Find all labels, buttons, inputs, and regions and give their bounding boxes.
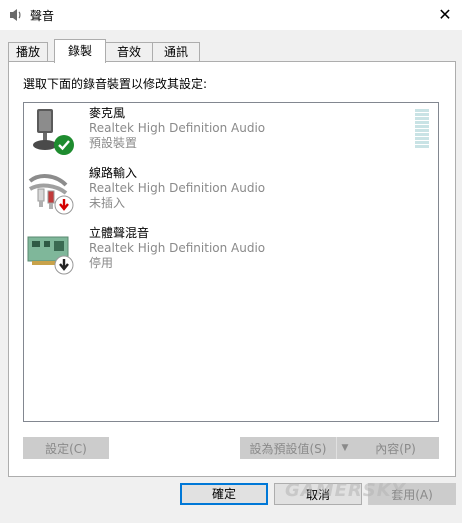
device-driver: Realtek High Definition Audio [89, 181, 266, 195]
tab-sounds[interactable]: 音效 [105, 42, 153, 62]
tab-strip: 播放 錄製 音效 通訊 [8, 39, 456, 63]
ok-button[interactable]: 確定 [180, 483, 268, 505]
device-list: 麥克風 Realtek High Definition Audio 預設裝置 線… [23, 102, 439, 422]
device-text: 線路輸入 Realtek High Definition Audio 未插入 [89, 166, 265, 211]
device-driver: Realtek High Definition Audio [89, 121, 266, 135]
device-driver: Realtek High Definition Audio [89, 241, 266, 255]
configure-button[interactable]: 設定(C) [23, 437, 109, 459]
close-button[interactable]: ✕ [428, 0, 462, 30]
sound-dialog: 聲音 ✕ 播放 錄製 音效 通訊 選取下面的錄音裝置以修改其設定: 麥克風 Re… [0, 0, 462, 523]
set-default-dropdown[interactable]: ▼ [336, 437, 353, 459]
line-in-cable-icon [28, 174, 74, 215]
chevron-down-icon: ▼ [341, 443, 349, 453]
device-status: 預設裝置 [89, 136, 138, 150]
watermark: GAMERSKY [285, 480, 406, 501]
tab-communications[interactable]: 通訊 [152, 42, 200, 62]
instruction-text: 選取下面的錄音裝置以修改其設定: [23, 77, 208, 91]
tab-recording[interactable]: 錄製 [54, 39, 106, 63]
device-name: 麥克風 [89, 106, 126, 120]
set-default-button[interactable]: 設為預設值(S) [240, 437, 336, 459]
speaker-icon [10, 9, 21, 21]
disabled-arrow-icon [54, 255, 74, 275]
title-bar: 聲音 ✕ [0, 0, 462, 30]
device-name: 立體聲混音 [89, 226, 150, 240]
recording-panel: 選取下面的錄音裝置以修改其設定: 麥克風 Realtek High Defini… [8, 61, 456, 477]
window-title: 聲音 [30, 9, 55, 23]
device-name: 線路輸入 [89, 166, 138, 180]
properties-button[interactable]: 內容(P) [352, 437, 439, 459]
device-status: 未插入 [89, 196, 126, 210]
unplugged-arrow-icon [54, 195, 74, 215]
device-text: 麥克風 Realtek High Definition Audio 預設裝置 [89, 106, 265, 151]
microphone-icon [33, 109, 74, 155]
default-check-icon [54, 135, 74, 155]
device-status: 停用 [89, 256, 114, 270]
device-item-line-in[interactable]: 線路輸入 Realtek High Definition Audio 未插入 [24, 163, 404, 221]
device-item-microphone[interactable]: 麥克風 Realtek High Definition Audio 預設裝置 [24, 103, 404, 161]
sound-card-icon [27, 236, 74, 275]
tab-playback[interactable]: 播放 [8, 42, 48, 62]
close-icon: ✕ [438, 5, 452, 24]
level-meter [415, 109, 429, 148]
device-text: 立體聲混音 Realtek High Definition Audio 停用 [89, 226, 265, 271]
device-item-stereo-mix[interactable]: 立體聲混音 Realtek High Definition Audio 停用 [24, 223, 404, 281]
